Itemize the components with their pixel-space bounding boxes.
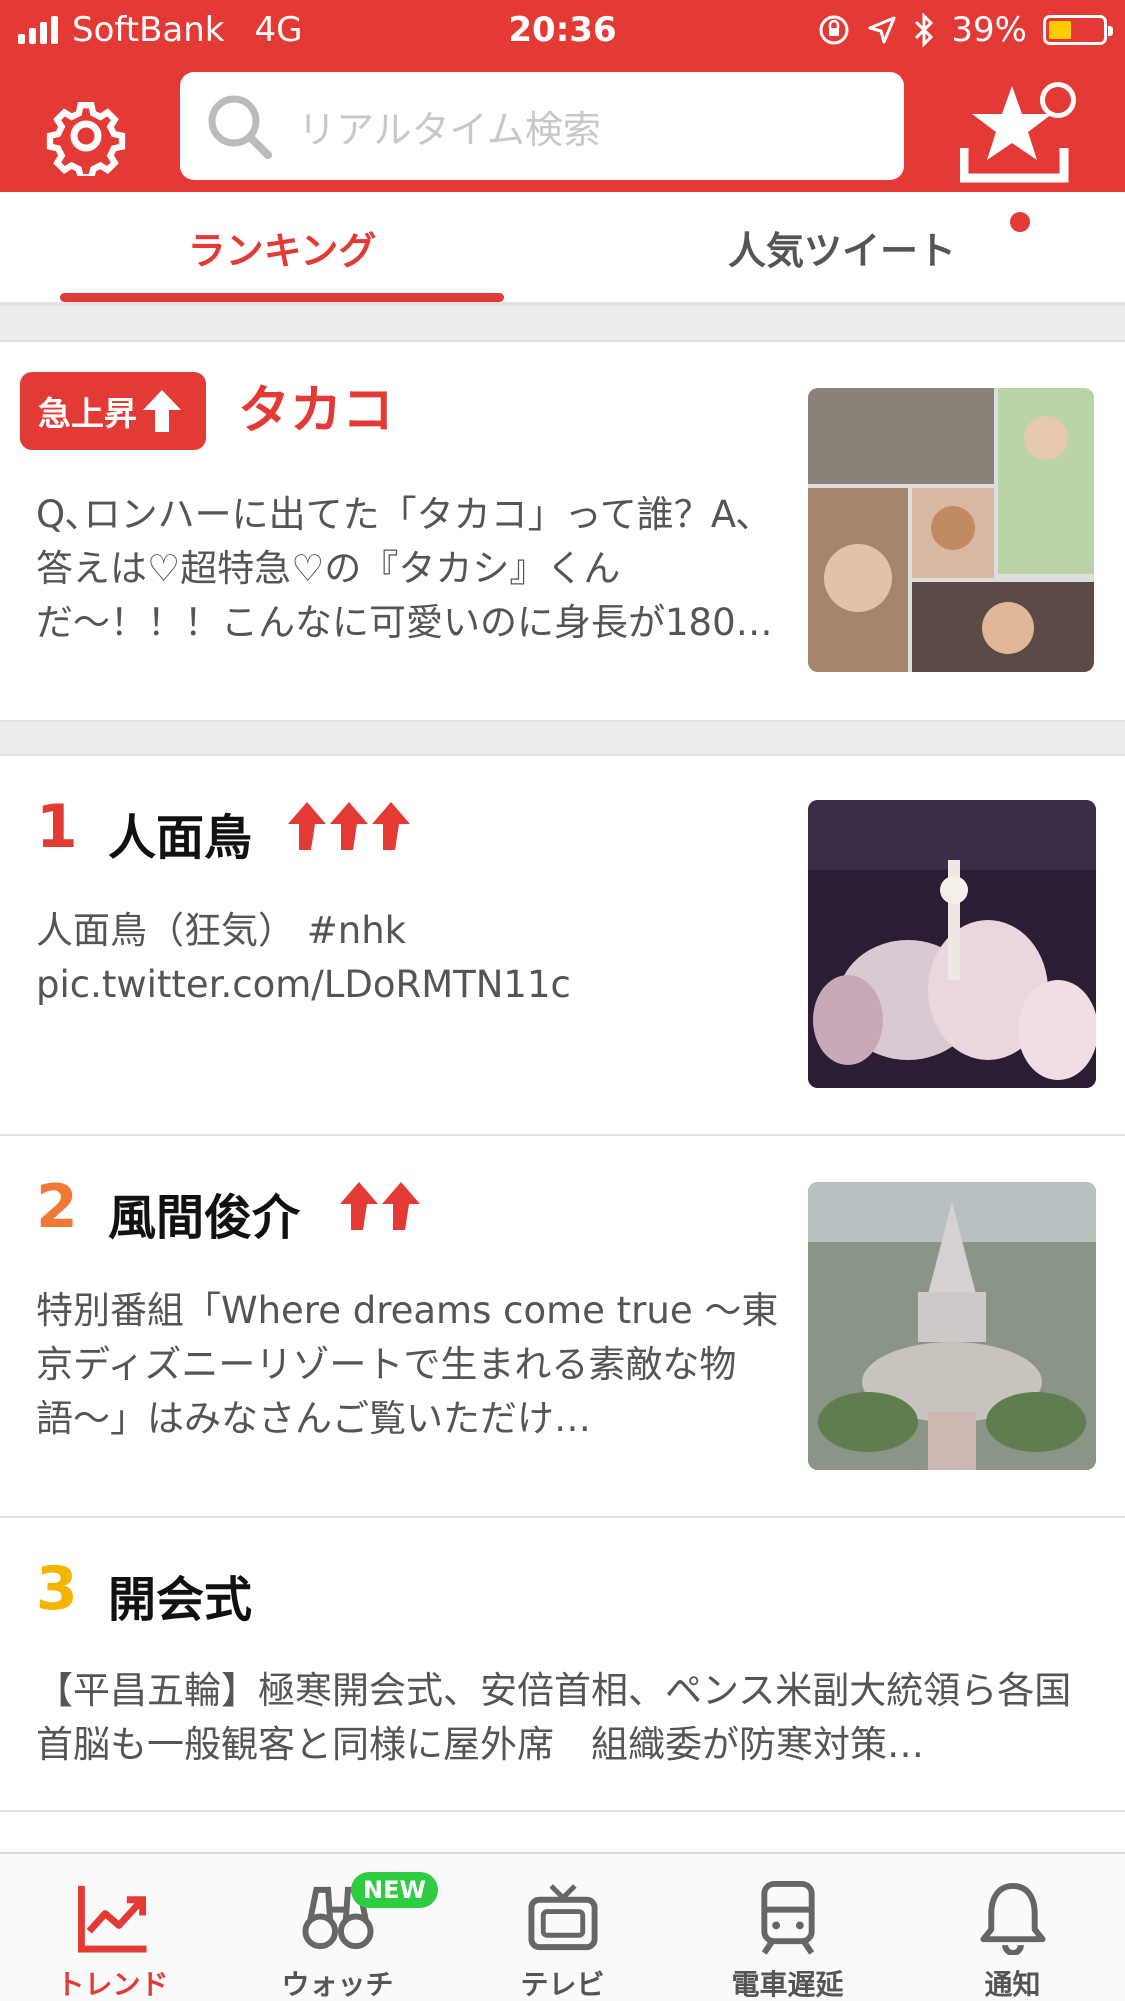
bottom-navigation: トレンド ウォッチ NEW テレビ 電車遅延 通知	[0, 1852, 1125, 2001]
search-input[interactable]: リアルタイム検索	[180, 72, 904, 180]
status-bar: SoftBank 4G 20:36 39%	[0, 0, 1125, 62]
location-icon	[868, 16, 896, 44]
surge-thumbnail	[808, 388, 1094, 672]
surge-badge: 急上昇	[20, 372, 206, 450]
up-arrow-icon	[340, 1182, 378, 1230]
active-tab-indicator	[60, 293, 504, 302]
train-icon	[760, 1880, 815, 1955]
tab-bar: ランキング 人気ツイート	[0, 192, 1125, 304]
tab-ranking[interactable]: ランキング	[60, 192, 504, 302]
rank-2-thumbnail	[808, 1182, 1096, 1470]
search-placeholder: リアルタイム検索	[298, 107, 601, 152]
rank-description: 特別番組「Where dreams come true 〜東京ディズニーリゾート…	[36, 1289, 779, 1440]
trend-arrows	[286, 800, 412, 852]
gear-icon[interactable]	[46, 96, 126, 176]
up-arrow-icon	[143, 390, 181, 432]
list-divider	[0, 1810, 1125, 1812]
rank-title: 風間俊介	[108, 1190, 301, 1246]
rank-description: 【平昌五輪】極寒開会式、安倍首相、ペンス米副大統領ら各国首脳も一般観客と同様に屋…	[36, 1669, 1072, 1766]
section-separator	[0, 720, 1125, 756]
battery-icon	[1043, 15, 1113, 45]
rank-title: 開会式	[108, 1572, 253, 1628]
trend-chart-icon	[77, 1885, 147, 1953]
rank-number: 2	[36, 1172, 78, 1242]
section-separator	[0, 304, 1125, 342]
stage-performance-image	[808, 800, 1096, 1088]
collage-image	[808, 388, 1094, 672]
nav-watch[interactable]: ウォッチ NEW	[225, 1854, 450, 2001]
unread-dot	[1010, 212, 1030, 232]
nav-notifications[interactable]: 通知	[900, 1854, 1125, 2001]
nav-tv[interactable]: テレビ	[450, 1854, 675, 2001]
rank-number: 3	[36, 1554, 78, 1624]
rank-description: 人面鳥（狂気） #nhk pic.twitter.com/LDoRMTN11c	[36, 909, 571, 1006]
app-header: SoftBank 4G 20:36 39% リアルタイム検索	[0, 0, 1125, 192]
up-arrow-icon	[382, 1182, 420, 1230]
rank-number: 1	[36, 792, 78, 862]
notification-dot	[1040, 82, 1076, 118]
rank-1-thumbnail	[808, 800, 1096, 1088]
battery-percent: 39%	[951, 10, 1027, 50]
up-arrow-icon	[372, 802, 410, 850]
up-arrow-icon	[330, 802, 368, 850]
surge-description: Q､ロンハーに出てた「タカコ」って誰？A､答えは♡超特急♡の『タカシ』くんだ〜！…	[36, 493, 773, 644]
tv-icon	[527, 1884, 598, 1951]
bell-icon	[979, 1882, 1046, 1955]
favorite-star-button[interactable]	[959, 78, 1086, 184]
new-badge: NEW	[351, 1872, 438, 1908]
surge-title: タカコ	[238, 381, 395, 441]
search-icon	[208, 95, 272, 159]
rank-title: 人面鳥	[108, 810, 253, 866]
trend-arrows	[338, 1180, 422, 1232]
nav-train-delay[interactable]: 電車遅延	[675, 1854, 900, 2001]
nav-trend[interactable]: トレンド	[0, 1854, 225, 2001]
tab-popular-tweets[interactable]: 人気ツイート	[620, 192, 1064, 302]
castle-park-image	[808, 1182, 1096, 1470]
orientation-lock-icon	[819, 15, 849, 45]
bluetooth-icon	[915, 13, 934, 47]
up-arrow-icon	[288, 802, 326, 850]
